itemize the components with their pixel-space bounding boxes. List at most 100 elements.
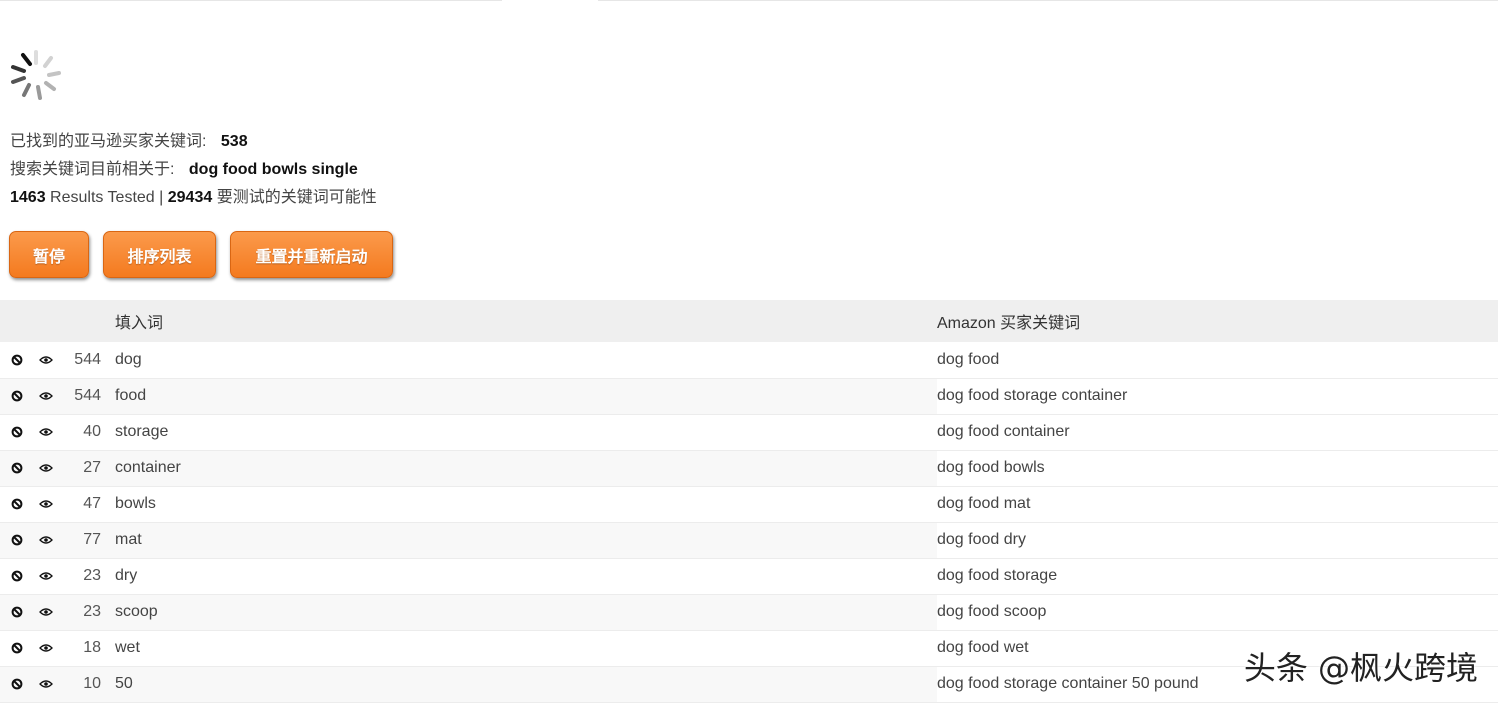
- table-row: 77 mat dog food dry: [0, 522, 1498, 558]
- block-cell: [0, 594, 33, 630]
- row-buyer-keyword[interactable]: dog food container: [937, 414, 1498, 450]
- header-count: [59, 300, 115, 342]
- row-count: 27: [59, 450, 115, 486]
- eye-icon[interactable]: [39, 535, 53, 545]
- row-count: 23: [83, 567, 101, 584]
- row-seed-word: mat: [115, 522, 937, 558]
- eye-icon[interactable]: [39, 499, 53, 509]
- row-seed-word: container: [115, 450, 937, 486]
- possible-count: 29434: [167, 189, 213, 206]
- row-buyer-keyword[interactable]: dog food scoop: [937, 594, 1498, 630]
- found-keywords-stat: 已找到的亚马逊买家关键词: 538: [10, 127, 248, 151]
- block-icon[interactable]: [11, 642, 23, 654]
- view-cell: [33, 666, 59, 702]
- row-seed-word: storage: [115, 423, 169, 440]
- row-seed-word: dry: [115, 567, 138, 584]
- table-row: 27 container dog food bowls: [0, 450, 1498, 486]
- row-seed-word: scoop: [115, 594, 937, 630]
- block-cell: [0, 378, 33, 414]
- found-count: 538: [220, 133, 248, 150]
- table-row: 23 dry dog food storage: [0, 558, 1498, 594]
- block-icon[interactable]: [11, 390, 23, 402]
- table-row: 544 dog dog food: [0, 342, 1498, 378]
- table-header-row: 填入词 Amazon 买家关键词: [0, 300, 1498, 342]
- eye-icon[interactable]: [39, 607, 53, 617]
- eye-icon[interactable]: [39, 391, 53, 401]
- row-buyer-keyword[interactable]: dog food: [937, 342, 1498, 378]
- block-cell: [0, 414, 33, 450]
- tested-count: 1463: [10, 189, 46, 206]
- eye-icon[interactable]: [39, 463, 53, 473]
- block-cell: [0, 342, 33, 378]
- row-seed-word: 50: [115, 666, 937, 702]
- eye-icon[interactable]: [39, 427, 53, 437]
- current-keyword-stat: 搜索关键词目前相关于: dog food bowls single: [10, 155, 358, 179]
- row-count: 544: [74, 350, 101, 368]
- view-cell: [33, 522, 59, 558]
- eye-icon[interactable]: [39, 571, 53, 581]
- block-icon[interactable]: [11, 462, 23, 474]
- view-cell: [33, 342, 59, 378]
- found-label: 已找到的亚马逊买家关键词:: [10, 133, 207, 150]
- block-cell: [0, 558, 33, 594]
- block-icon[interactable]: [11, 534, 23, 546]
- sort-list-button[interactable]: 排序列表: [103, 231, 216, 278]
- row-count: 544: [59, 378, 115, 414]
- reset-restart-button[interactable]: 重置并重新启动: [230, 231, 393, 278]
- pause-button[interactable]: 暂停: [9, 231, 89, 278]
- row-buyer-keyword[interactable]: dog food storage container: [937, 378, 1498, 414]
- header-action-1: [0, 300, 33, 342]
- view-cell: [33, 414, 59, 450]
- view-cell: [33, 594, 59, 630]
- table-row: 544 food dog food storage container: [0, 378, 1498, 414]
- watermark: 头条 @枫火跨境: [1243, 649, 1478, 687]
- block-cell: [0, 522, 33, 558]
- block-icon[interactable]: [11, 678, 23, 690]
- row-seed-word: food: [115, 378, 937, 414]
- row-count: 47: [83, 495, 101, 512]
- row-count: 18: [83, 639, 101, 656]
- view-cell: [33, 630, 59, 666]
- header-action-2: [33, 300, 59, 342]
- top-divider-left: [0, 0, 502, 1]
- row-count: 10: [59, 666, 115, 702]
- header-seed-word: 填入词: [115, 315, 164, 332]
- row-buyer-keyword[interactable]: dog food storage: [937, 558, 1498, 594]
- block-cell: [0, 666, 33, 702]
- current-label: 搜索关键词目前相关于:: [10, 161, 175, 178]
- header-buyer-keyword: Amazon 买家关键词: [937, 315, 1081, 332]
- table-row: 40 storage dog food container: [0, 414, 1498, 450]
- spinner-icon: [11, 50, 61, 100]
- tested-label: Results Tested |: [50, 189, 164, 206]
- block-cell: [0, 486, 33, 522]
- view-cell: [33, 378, 59, 414]
- table-row: 47 bowls dog food mat: [0, 486, 1498, 522]
- view-cell: [33, 450, 59, 486]
- block-icon[interactable]: [11, 354, 23, 366]
- block-cell: [0, 630, 33, 666]
- block-icon[interactable]: [11, 606, 23, 618]
- row-seed-word: wet: [115, 639, 140, 656]
- possible-label: 要测试的关键词可能性: [216, 189, 377, 206]
- row-buyer-keyword[interactable]: dog food bowls: [937, 450, 1498, 486]
- row-count: 23: [59, 594, 115, 630]
- row-count: 77: [59, 522, 115, 558]
- row-seed-word: dog: [115, 350, 142, 368]
- top-divider-right: [598, 0, 1498, 1]
- eye-icon[interactable]: [39, 355, 53, 365]
- row-seed-word: bowls: [115, 495, 156, 512]
- view-cell: [33, 486, 59, 522]
- block-icon[interactable]: [11, 570, 23, 582]
- row-count: 40: [83, 423, 101, 440]
- row-buyer-keyword[interactable]: dog food dry: [937, 522, 1498, 558]
- eye-icon[interactable]: [39, 679, 53, 689]
- block-icon[interactable]: [11, 498, 23, 510]
- row-buyer-keyword[interactable]: dog food mat: [937, 486, 1498, 522]
- progress-stat: 1463 Results Tested | 29434 要测试的关键词可能性: [10, 183, 377, 207]
- block-cell: [0, 450, 33, 486]
- view-cell: [33, 558, 59, 594]
- block-icon[interactable]: [11, 426, 23, 438]
- table-row: 23 scoop dog food scoop: [0, 594, 1498, 630]
- eye-icon[interactable]: [39, 643, 53, 653]
- current-keyword: dog food bowls single: [188, 161, 358, 178]
